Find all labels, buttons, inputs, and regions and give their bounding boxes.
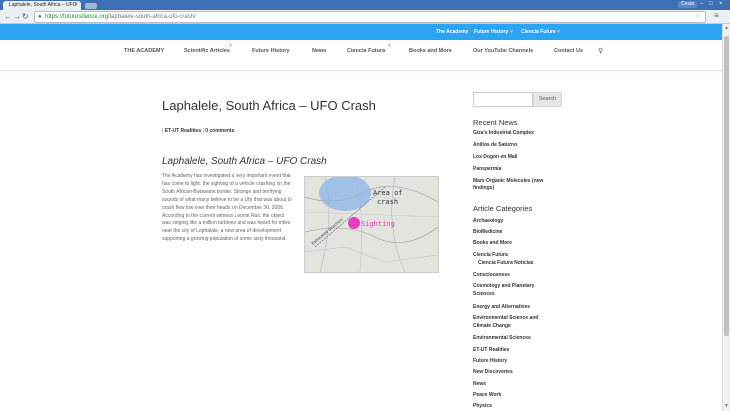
scrollbar-thumb[interactable] [724, 36, 729, 336]
nav-news[interactable]: News [312, 40, 326, 62]
chevron-down-icon: ˅ [388, 43, 391, 49]
article-subtitle: Laphalele, South Africa – UFO Crash [162, 156, 327, 167]
category-item[interactable]: Energy and Alternatives [473, 304, 530, 311]
map-sighting-label: Sighting [361, 220, 395, 228]
page-scrollbar[interactable]: ▲ ▼ [722, 24, 730, 411]
category-item[interactable]: Consciousness [473, 272, 510, 279]
topbar-link-academy[interactable]: The Academy [436, 24, 468, 40]
category-item[interactable]: ET-UT Realities [473, 347, 509, 354]
category-item[interactable]: Ciencia Futura [473, 252, 508, 259]
chevron-down-icon: ˅ [557, 29, 560, 35]
category-item[interactable]: Cosmology and Planetary [473, 283, 534, 290]
sighting-marker [348, 217, 360, 229]
crash-map-image: Area of crash Sighting Estimated directi… [304, 176, 439, 273]
browser-menu-icon[interactable]: ≡ [714, 11, 719, 20]
new-tab-button[interactable] [85, 3, 97, 9]
nav-youtube-channels[interactable]: Our YouTube Channels [473, 40, 533, 62]
nav-contact-us[interactable]: Contact Us [554, 40, 583, 62]
meta-comments-link[interactable]: 0 comments [205, 128, 234, 134]
main-navigation: THE ACADEMY Scientific Articles ˅ Future… [0, 40, 722, 71]
search-icon[interactable]: ⚲ [598, 47, 603, 55]
lock-icon: ● [38, 14, 42, 20]
nav-the-academy[interactable]: THE ACADEMY [124, 40, 164, 62]
tab-title: Laphalele, South Africa – UFO [9, 2, 77, 8]
category-item-cont[interactable]: Sciences [473, 291, 495, 298]
nav-books-and-more[interactable]: Books and More [409, 40, 452, 62]
bookmark-star-icon[interactable]: ☆ [695, 12, 701, 22]
article-body: The Academy has investigated a very impo… [162, 173, 292, 243]
site-top-bar: The Academy Future History ˅ Ciencia Fut… [0, 24, 722, 40]
reload-icon[interactable]: ↻ [22, 11, 29, 22]
meta-author-link[interactable]: ET-UT Realities [165, 128, 201, 134]
sidebar-search-input[interactable] [473, 92, 533, 107]
topbar-link-future-history[interactable]: Future History [474, 24, 508, 40]
chevron-down-icon: ˅ [229, 43, 232, 49]
minimize-button[interactable]: – [700, 1, 703, 8]
nav-future-history[interactable]: Future History [252, 40, 290, 62]
map-crash-label: crash [377, 198, 398, 206]
meta-separator: | [162, 128, 164, 134]
maximize-button[interactable]: □ [709, 1, 713, 8]
recent-news-item-cont[interactable]: findings) [473, 185, 494, 192]
forward-icon[interactable]: → [13, 11, 21, 22]
url-text: https://futuresdence.org/laphalele-south… [45, 12, 196, 22]
recent-news-heading: Recent News [473, 118, 518, 127]
address-bar[interactable]: ● https://futuresdence.org/laphalele-sou… [34, 11, 706, 23]
sidebar-search-button[interactable]: Search [533, 92, 562, 107]
scroll-up-arrow[interactable]: ▲ [724, 25, 729, 31]
article-categories-heading: Article Categories [473, 204, 533, 213]
browser-tab-bar: Laphalele, South Africa – UFO × Cesar – … [0, 0, 730, 10]
user-profile-button[interactable]: Cesar [678, 1, 698, 8]
category-item[interactable]: News [473, 381, 486, 388]
category-item[interactable]: Physics [473, 403, 492, 410]
nav-scientific-articles[interactable]: Scientific Articles [184, 40, 230, 62]
category-item[interactable]: Environmental Sciences [473, 335, 531, 342]
category-item[interactable]: Books and More [473, 240, 512, 247]
recent-news-item[interactable]: Los Dogon en Mali [473, 154, 517, 161]
scroll-down-arrow[interactable]: ▼ [724, 403, 729, 409]
page-title: Laphalele, South Africa – UFO Crash [162, 98, 376, 113]
post-meta: | ET-UT Realities | 0 comments [162, 128, 234, 134]
recent-news-item[interactable]: Mars Organic Molecules (new [473, 178, 543, 185]
browser-toolbar: ← → ↻ ● https://futuresdence.org/laphale… [0, 10, 730, 24]
recent-news-item[interactable]: Panspermia [473, 166, 501, 173]
browser-tab[interactable]: Laphalele, South Africa – UFO × [3, 1, 81, 10]
category-item[interactable]: Future History [473, 358, 507, 365]
category-item[interactable]: New Discoveries [473, 369, 513, 376]
chevron-down-icon: ˅ [510, 29, 513, 35]
meta-separator: | [202, 128, 204, 134]
topbar-link-ciencia-future[interactable]: Ciencia Future [521, 24, 556, 40]
map-graphic: Area of crash Sighting Estimated directi… [305, 177, 438, 272]
back-icon[interactable]: ← [4, 11, 12, 22]
category-item-cont[interactable]: Climate Change [473, 323, 511, 330]
map-area-label: Area of [373, 189, 403, 197]
category-item[interactable]: BioMedicine [473, 229, 502, 236]
category-item[interactable]: Peace Work [473, 392, 501, 399]
nav-ciencia-futura[interactable]: Ciencia Futura [347, 40, 385, 62]
close-window-button[interactable]: × [719, 1, 723, 8]
category-subitem[interactable]: Ciencia Futura Noticias [478, 260, 534, 267]
url-path: /laphalele-south-africa-ufo-crash/ [108, 14, 196, 20]
category-item[interactable]: Archaeology [473, 218, 503, 225]
url-host: https://futuresdence.org [45, 14, 109, 20]
tab-close-icon[interactable]: × [74, 1, 78, 10]
recent-news-item[interactable]: Giza's Industrial Complex [473, 130, 534, 137]
category-item[interactable]: Environmental Science and [473, 315, 538, 322]
recent-news-item[interactable]: Anillos de Saturno [473, 142, 517, 149]
